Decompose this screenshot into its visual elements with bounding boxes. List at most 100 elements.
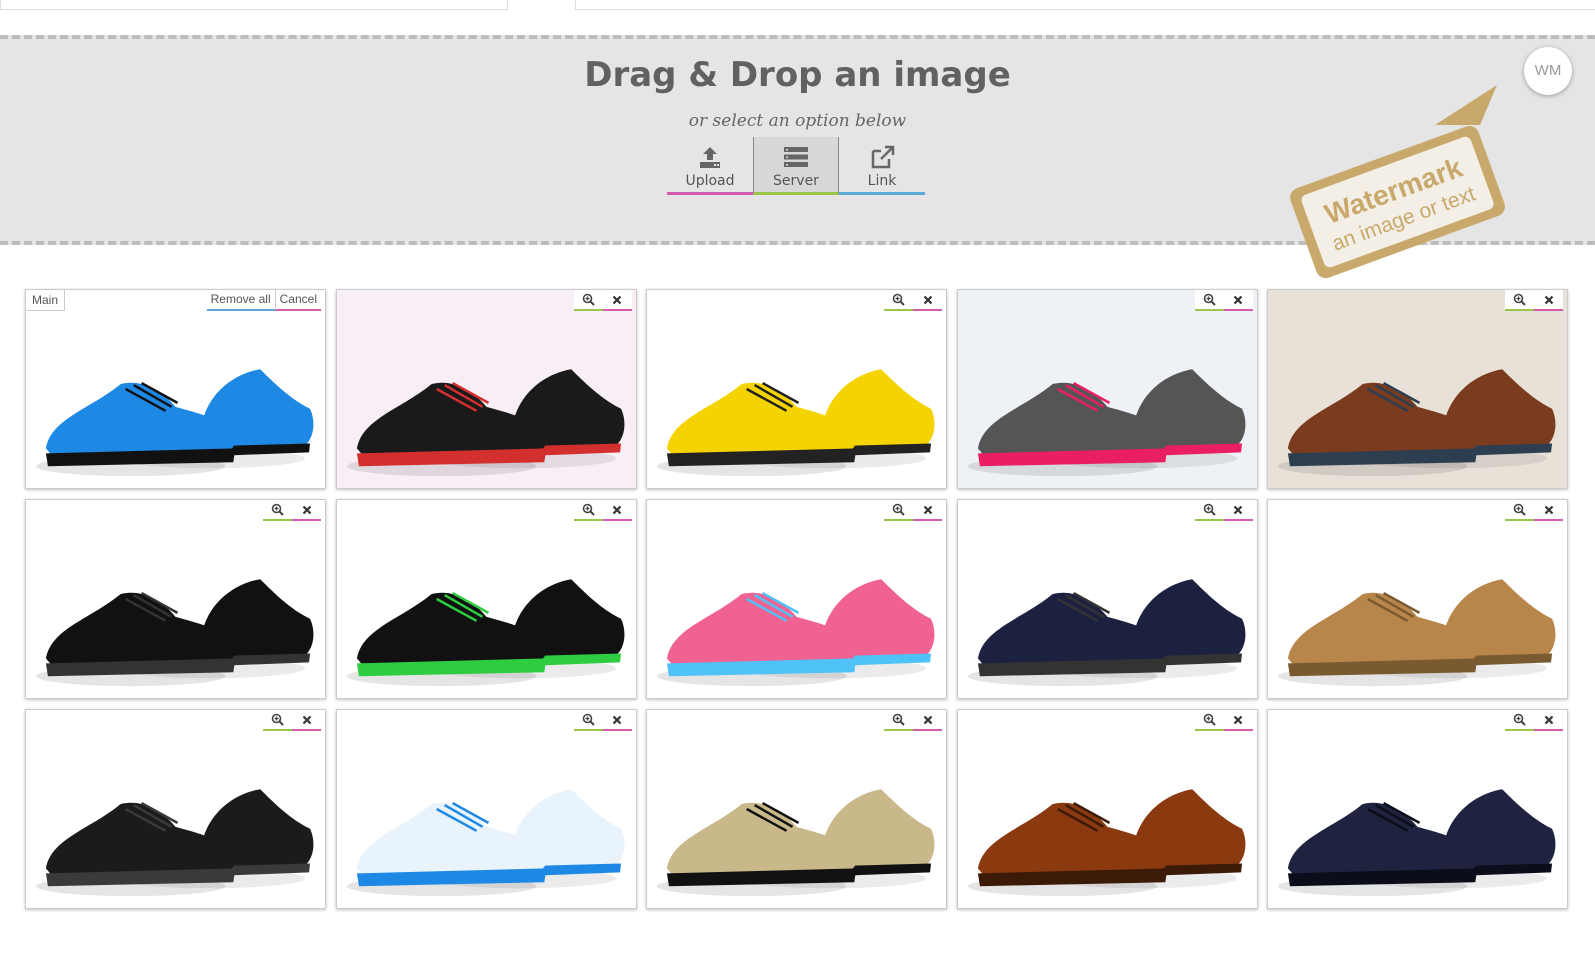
zoom-button[interactable] [884,290,913,311]
gallery-image-black-suede-shoes[interactable] [25,499,326,699]
top-inputs [0,0,1595,11]
remove-all-button[interactable]: Remove all [206,290,275,311]
zoom-button[interactable] [573,500,603,521]
gallery-image-pink-running-shoe[interactable] [646,499,947,699]
zoom-button[interactable] [263,710,292,731]
gallery-image-navy-work-boots[interactable] [956,499,1258,699]
server-icon [784,147,808,167]
image-actions [573,290,632,311]
delete-button[interactable] [292,500,321,521]
gallery-image-white-blue-running-shoe[interactable] [335,709,637,909]
main-image-actions: Remove all Cancel [206,290,321,311]
zoom-button[interactable] [1505,710,1534,731]
cancel-button[interactable]: Cancel [274,290,321,311]
zoom-in-icon [582,713,595,726]
zoom-in-icon [1203,713,1216,726]
image-gallery: Main Remove all Cancel [25,289,1568,909]
external-link-icon [871,145,895,169]
zoom-button[interactable] [884,500,913,521]
delete-button[interactable] [602,710,632,731]
source-options: Upload Server Link [667,137,925,195]
gallery-image-black-air-max[interactable] [335,499,637,699]
zoom-button[interactable] [263,500,292,521]
close-icon [612,505,622,514]
close-icon [302,715,311,724]
main-image-label: Main [26,290,66,311]
zoom-button[interactable] [1194,710,1224,731]
gallery-image-boat-shoes[interactable] [1267,289,1568,489]
gallery-image-blue-sneaker[interactable]: Main Remove all Cancel [25,289,326,489]
image-actions [573,710,632,731]
zoom-in-icon [892,713,905,726]
delete-button[interactable] [913,500,942,521]
top-input-left[interactable] [0,0,508,10]
upload-icon [700,147,720,168]
zoom-in-icon [1513,293,1526,306]
close-icon [1233,505,1243,514]
image-actions [884,710,942,731]
delete-button[interactable] [602,290,632,311]
delete-button[interactable] [1223,710,1253,731]
gallery-image-navy-cap-toe-oxford[interactable] [1267,709,1568,909]
zoom-button[interactable] [1194,290,1224,311]
watermark-badge-button[interactable]: WM [1524,47,1572,95]
close-icon [302,505,311,514]
link-label: Link [867,173,897,189]
image-actions [1505,290,1563,311]
image-actions [573,500,632,521]
zoom-in-icon [1513,503,1526,516]
close-icon [923,295,932,304]
upload-button[interactable]: Upload [667,137,753,195]
zoom-in-icon [1513,713,1526,726]
gallery-image-colorful-runner[interactable] [646,289,947,489]
zoom-in-icon [1203,293,1216,306]
image-actions [263,500,321,521]
delete-button[interactable] [602,500,632,521]
close-icon [1233,715,1243,724]
delete-button[interactable] [1223,500,1253,521]
zoom-button[interactable] [1194,500,1224,521]
delete-button[interactable] [913,710,942,731]
image-actions [1505,710,1563,731]
gallery-image-black-boat-shoes[interactable] [25,709,326,909]
zoom-button[interactable] [573,290,603,311]
link-button[interactable]: Link [839,137,925,195]
image-actions [1194,290,1253,311]
delete-button[interactable] [292,710,321,731]
gallery-image-gold-ballet-flat[interactable] [646,709,947,909]
zoom-in-icon [271,713,284,726]
delete-button[interactable] [913,290,942,311]
gallery-image-tan-wedge-bootie[interactable] [1267,499,1568,699]
image-actions [1194,500,1253,521]
close-icon [923,715,932,724]
delete-button[interactable] [1534,710,1563,731]
server-label: Server [773,173,819,189]
delete-button[interactable] [1534,290,1563,311]
zoom-in-icon [582,293,595,306]
watermark-promo-tag[interactable]: Watermark an image or text [1285,85,1525,285]
zoom-in-icon [1203,503,1216,516]
image-actions [263,710,321,731]
close-icon [612,715,622,724]
close-icon [1544,295,1553,304]
zoom-in-icon [892,503,905,516]
top-input-right[interactable] [575,0,1595,10]
zoom-button[interactable] [1505,500,1534,521]
close-icon [612,295,622,304]
delete-button[interactable] [1223,290,1253,311]
gallery-image-grey-pink-high-top[interactable] [956,289,1258,489]
zoom-button[interactable] [1505,290,1534,311]
zoom-button[interactable] [573,710,603,731]
gallery-image-black-red-high-top[interactable] [335,289,637,489]
image-actions [1194,710,1253,731]
zoom-in-icon [271,503,284,516]
close-icon [1544,505,1553,514]
image-actions [1505,500,1563,521]
zoom-button[interactable] [884,710,913,731]
delete-button[interactable] [1534,500,1563,521]
close-icon [923,505,932,514]
upload-label: Upload [685,173,735,189]
server-button[interactable]: Server [753,137,839,195]
image-actions [884,290,942,311]
gallery-image-brown-oxford[interactable] [956,709,1258,909]
